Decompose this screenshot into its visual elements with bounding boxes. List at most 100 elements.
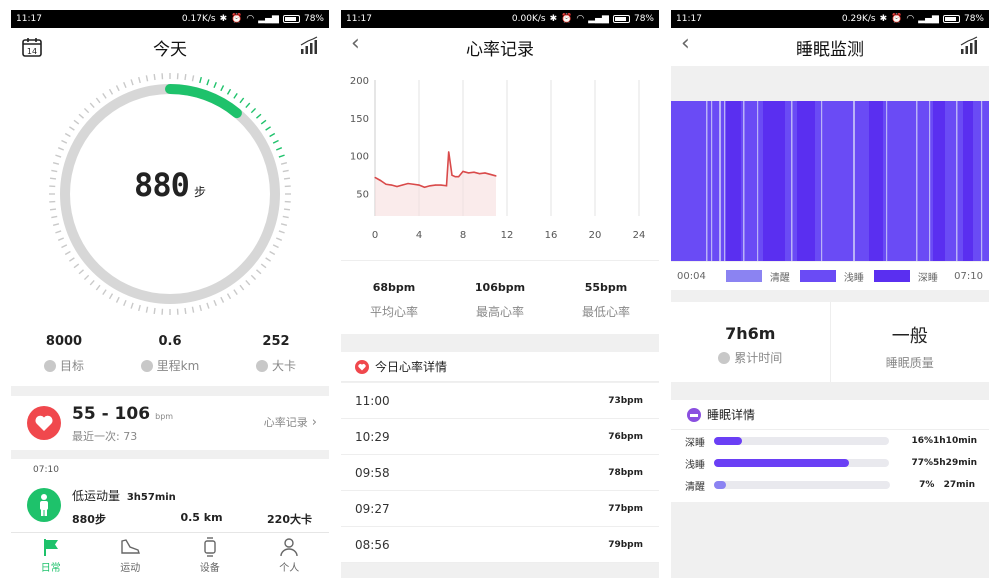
activity-steps: 880步 (72, 513, 106, 526)
network-speed: 0.00K/s (511, 14, 546, 24)
back-arrow-icon[interactable]: ‹ (351, 31, 360, 56)
ring-tick (145, 75, 149, 82)
ring-tick (220, 296, 225, 303)
sleep-band-awake (929, 101, 931, 261)
heart-record-link[interactable]: 心率记录 › (264, 414, 317, 430)
ring-tick (256, 113, 262, 119)
alarm-icon: ⏰ (891, 14, 903, 24)
x-tick-label: 0 (372, 230, 378, 241)
ring-tick (239, 284, 245, 291)
list-item[interactable]: 09:27 77bpm (341, 491, 659, 527)
row-time: 09:27 (355, 501, 390, 516)
tab-device[interactable]: 设备 (170, 533, 250, 578)
sleep-band-awake (916, 101, 918, 261)
ring-tick (83, 274, 90, 281)
stats-chart-icon[interactable] (299, 36, 319, 61)
ring-tick (57, 237, 65, 241)
heart-detail-header: 今日心率详情 (341, 352, 659, 382)
goal-stat: 8000 目标 (11, 324, 117, 386)
x-tick-label: 8 (460, 230, 466, 241)
sleep-screen: 11:17 0.29K/s ✱ ⏰ ◠ ▂▄▆ 78% ‹ 睡眠监测 00:04… (671, 10, 989, 578)
heart-rate-point (467, 172, 470, 174)
heart-rate-point (445, 185, 448, 187)
activity-card[interactable]: 07:10 低运动量 3h57min 880步 0.5 km 220大卡 (11, 459, 329, 533)
tab-daily[interactable]: 日常 (11, 533, 91, 578)
max-heart-rate: 106bpm 最高心率 (447, 261, 553, 334)
row-percent: 7% (919, 480, 935, 490)
heart-rate-area (375, 151, 496, 216)
back-arrow-icon[interactable]: ‹ (681, 31, 690, 56)
stats-chart-icon[interactable] (959, 36, 979, 61)
sleep-row-awake: 清醒 7% 27min (671, 474, 989, 496)
list-item[interactable]: 11:00 73bpm (341, 383, 659, 419)
calorie-label: 大卡 (271, 359, 296, 373)
heart-rate-point (489, 173, 492, 176)
person-icon (280, 538, 298, 557)
activity-person-icon (27, 488, 61, 522)
ring-tick (213, 299, 217, 307)
row-value: 77bpm (608, 503, 643, 514)
sleep-start-time: 00:04 (677, 270, 706, 282)
signal-icon: ▂▄▆ (918, 14, 939, 24)
tab-personal[interactable]: 个人 (250, 533, 330, 578)
ring-tick (256, 269, 262, 275)
ring-tick (280, 223, 288, 226)
activity-duration: 3h57min (126, 492, 176, 503)
max-label: 最高心率 (475, 305, 524, 319)
heart-rate-card[interactable]: 55 - 106 bpm 最近一次: 73 心率记录 › (11, 396, 329, 450)
sleep-band-deep (797, 101, 815, 261)
row-time: 10:29 (355, 429, 390, 444)
step-ring: 880 步 (11, 66, 329, 324)
row-name: 浅睡 (685, 459, 705, 471)
calendar-icon[interactable]: 14 (21, 36, 43, 63)
status-time: 11:17 (346, 14, 372, 24)
tab-sport-label: 运动 (120, 563, 141, 574)
ring-tick (226, 293, 232, 300)
goal-value: 8000 (45, 334, 83, 349)
ring-tick (78, 269, 84, 275)
x-tick-label: 12 (501, 230, 514, 241)
ring-tick (108, 88, 114, 95)
heart-rate-point (374, 176, 376, 179)
heart-rate-unit: bpm (155, 412, 174, 421)
shoe-icon (121, 539, 141, 554)
row-time: 08:56 (355, 537, 390, 552)
sleep-band-deep (933, 101, 945, 261)
tab-sport[interactable]: 运动 (91, 533, 171, 578)
ring-tick (269, 250, 276, 256)
bluetooth-icon: ✱ (219, 14, 228, 24)
list-item[interactable]: 08:56 79bpm (341, 527, 659, 563)
list-item[interactable]: 09:58 78bpm (341, 455, 659, 491)
sleep-band-awake (956, 101, 958, 261)
ring-tick (275, 147, 283, 151)
step-count: 880 (134, 166, 190, 204)
heart-icon (27, 406, 61, 440)
y-tick-label: 200 (350, 76, 369, 87)
sleep-bands (671, 101, 989, 261)
ring-tick (272, 244, 279, 249)
status-time: 11:17 (16, 14, 42, 24)
heart-rate-range: 55 - 106 (72, 404, 151, 424)
heart-rate-point (379, 179, 382, 182)
ring-tick (283, 208, 291, 211)
ring-tick (69, 257, 75, 262)
ring-tick (250, 107, 257, 114)
heart-rate-point (423, 186, 426, 188)
heart-rate-point (451, 174, 453, 176)
ring-tick (130, 302, 134, 309)
total-sleep-label: 累计时间 (734, 351, 783, 365)
battery-level: 78% (303, 14, 324, 24)
ring-tick (280, 162, 288, 165)
heart-rate-point (440, 184, 442, 186)
sleep-band-deep (869, 101, 883, 261)
ring-tick (95, 284, 101, 291)
ring-tick (250, 274, 257, 281)
list-item[interactable]: 10:29 76bpm (341, 419, 659, 455)
heart-rate-point (412, 183, 415, 185)
sleep-band-awake (821, 101, 823, 261)
heart-rate-point (407, 182, 409, 185)
y-tick-label: 50 (356, 189, 369, 200)
ring-tick (61, 244, 68, 249)
ring-tick (226, 88, 232, 95)
ring-tick (51, 215, 58, 219)
